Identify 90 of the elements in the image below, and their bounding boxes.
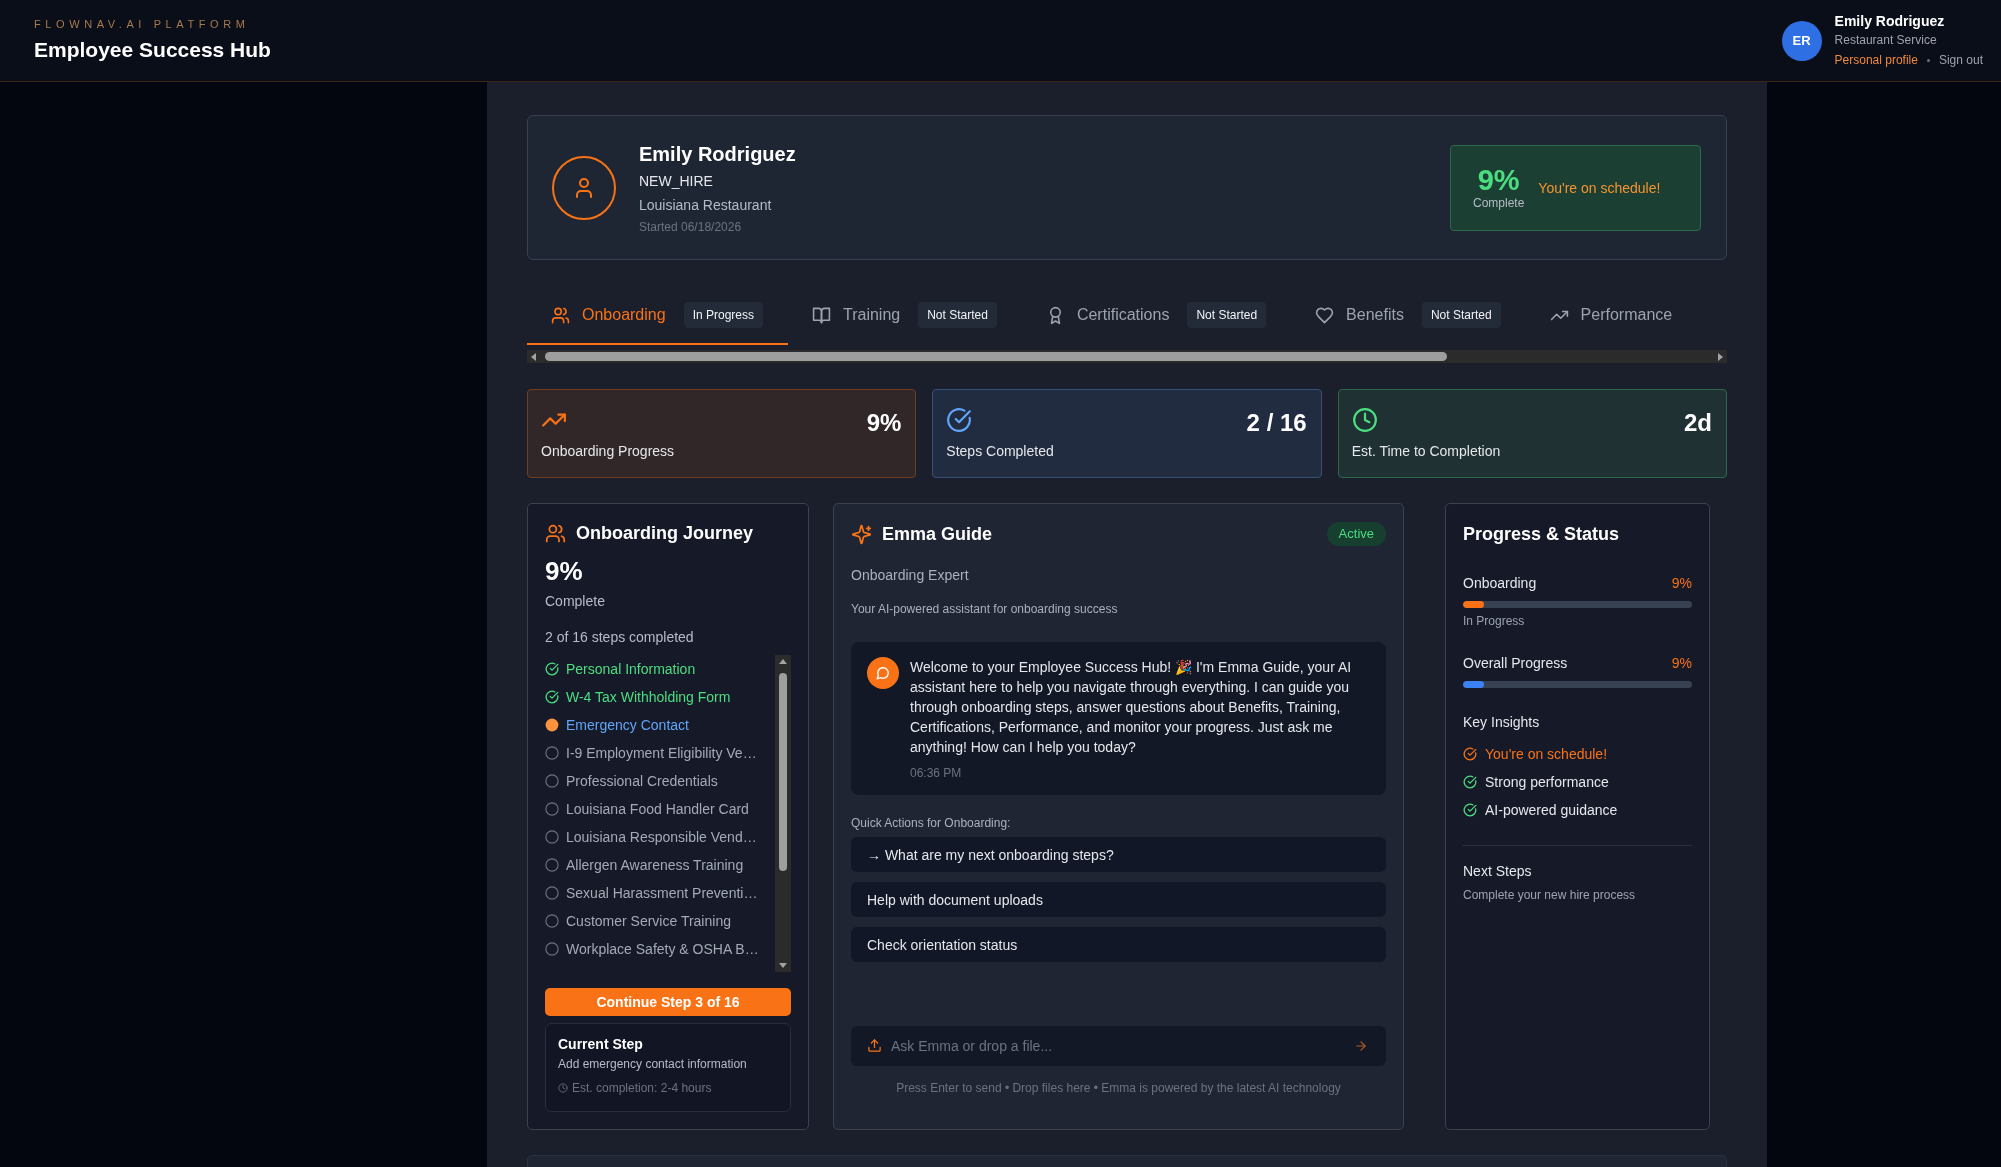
steps-summary: 2 of 16 steps completed: [545, 628, 695, 647]
step-item[interactable]: W-4 Tax Withholding Form: [566, 689, 731, 705]
scroll-up-arrow-icon[interactable]: [779, 658, 787, 666]
step-item[interactable]: Louisiana Food Handler Card: [566, 801, 749, 817]
tab[interactable]: Training Not Started: [788, 285, 1022, 345]
upload-icon[interactable]: [867, 1038, 882, 1053]
section-heading: Next Steps: [1463, 862, 1533, 881]
tab[interactable]: Onboarding In Progress: [527, 285, 788, 345]
journey-percent: 9%: [545, 555, 584, 587]
insight-text: AI-powered guidance: [1485, 802, 1618, 818]
user-role: Restaurant Service: [1834, 33, 1938, 48]
progress-label: Onboarding: [1463, 574, 1537, 593]
step-item[interactable]: Allergen Awareness Training: [566, 857, 744, 873]
chat-bubble-icon: [867, 657, 899, 689]
current-step-title: Current Step: [558, 1035, 644, 1053]
schedule-message: You're on schedule!: [1538, 179, 1661, 196]
status-badge: Not Started: [918, 302, 997, 328]
tab[interactable]: Performance: [1525, 285, 1698, 345]
stat-label: Est. Time to Completion: [1351, 442, 1501, 460]
stat-label: Steps Completed: [946, 442, 1054, 460]
employee-name: Emily Rodriguez: [639, 141, 797, 167]
progress-note: In Progress: [1463, 613, 1526, 629]
stat-value: 2 / 16: [1246, 408, 1307, 438]
sparkle-icon: [851, 523, 872, 545]
quick-action-button[interactable]: → What are my next onboarding steps?: [851, 837, 1386, 872]
quick-action-button[interactable]: Check orientation status: [851, 927, 1386, 962]
quick-actions-label: Quick Actions for Onboarding:: [851, 815, 1012, 831]
progress-value: 9%: [1671, 574, 1692, 593]
step-item[interactable]: Sexual Harassment Preventi…: [566, 885, 758, 901]
vertical-scrollbar[interactable]: [775, 655, 791, 972]
completion-estimate: Est. completion: 2-4 hours: [572, 1080, 712, 1096]
book-icon: [812, 305, 831, 325]
clock-icon: [558, 1083, 568, 1093]
section-heading: Key Insights: [1463, 713, 1541, 732]
scrollbar-thumb[interactable]: [545, 352, 1447, 361]
current-step-description: Add emergency contact information: [558, 1056, 748, 1072]
message-time: 06:36 PM: [910, 765, 963, 781]
people-icon: [551, 305, 570, 325]
status-badge: In Progress: [683, 302, 763, 328]
stat-value: 9%: [866, 408, 902, 438]
assistant-description: Your AI-powered assistant for onboarding success: [851, 601, 1119, 617]
insight-text: You're on schedule!: [1485, 746, 1608, 762]
stat-label: Onboarding Progress: [541, 442, 675, 460]
next-steps-text: Complete your new hire process: [1463, 887, 1637, 903]
status-badge: Active: [1326, 522, 1386, 546]
progress-caption: Complete: [1473, 196, 1525, 211]
insight-text: Strong performance: [1485, 774, 1609, 790]
app-title: Employee Success Hub: [34, 37, 271, 62]
panel-title: Emma Guide: [882, 523, 993, 545]
scroll-left-arrow-icon[interactable]: [530, 352, 538, 361]
panel-title: Onboarding Journey: [576, 522, 753, 544]
tab[interactable]: Certifications Not Started: [1021, 285, 1292, 345]
step-item[interactable]: Professional Credentials: [566, 773, 718, 789]
people-icon: [545, 522, 566, 544]
progress-percent: 9%: [1477, 164, 1520, 196]
progress-value: 9%: [1671, 654, 1692, 673]
step-item[interactable]: Customer Service Training: [566, 913, 731, 929]
scrollbar-thumb[interactable]: [779, 673, 787, 871]
scroll-right-arrow-icon[interactable]: [1716, 352, 1724, 361]
heart-icon: [1315, 305, 1335, 325]
platform-label: FLOWNAV.AI PLATFORM: [34, 17, 251, 31]
employee-status: NEW_HIRE: [639, 171, 714, 191]
start-date: Started 06/18/2026: [639, 218, 743, 235]
progress-label: Overall Progress: [1463, 654, 1568, 673]
chat-input-field[interactable]: Ask Emma or drop a file...: [851, 1026, 1386, 1066]
step-item[interactable]: I-9 Employment Eligibility Ve…: [566, 745, 757, 761]
header-link[interactable]: Personal profile: [1834, 53, 1918, 68]
user-avatar[interactable]: ER: [1781, 20, 1822, 61]
employee-location: Louisiana Restaurant: [639, 195, 773, 215]
step-item[interactable]: Personal Information: [566, 661, 696, 677]
stat-value: 2d: [1684, 408, 1712, 438]
step-item[interactable]: Workplace Safety & OSHA B…: [566, 941, 759, 957]
separator-dot-icon: [1926, 59, 1930, 62]
journey-caption: Complete: [545, 592, 606, 611]
assistant-role: Onboarding Expert: [851, 566, 970, 585]
status-badge: Not Started: [1421, 302, 1501, 328]
user-name: Emily Rodriguez: [1834, 13, 1946, 30]
horizontal-scrollbar[interactable]: [527, 350, 1727, 363]
header-link[interactable]: Sign out: [1938, 53, 1983, 68]
scroll-down-arrow-icon[interactable]: [779, 961, 787, 969]
send-arrow-icon[interactable]: [1354, 1039, 1368, 1053]
person-icon: [552, 155, 616, 220]
message-text: Welcome to your Employee Success Hub! 🎉 I'm Emma Guide, your AI assistant here to help you navigate through everything. I can guide you through onboarding steps, answer questions about Benefits, Training, Certifications, Performance, and monitor your progress. Just ask me anything! How can I help you today?: [910, 658, 1353, 757]
quick-action-button[interactable]: Help with document uploads: [851, 882, 1386, 917]
chat-footnote: Press Enter to send • Drop files here • Emma is powered by the latest AI technology: [895, 1080, 1342, 1096]
panel-title: Progress & Status: [1463, 523, 1620, 545]
tab[interactable]: Benefits Not Started: [1291, 285, 1526, 345]
status-badge: Not Started: [1187, 302, 1267, 328]
step-item[interactable]: Louisiana Responsible Vend…: [566, 829, 757, 845]
step-item[interactable]: Emergency Contact: [566, 717, 689, 733]
